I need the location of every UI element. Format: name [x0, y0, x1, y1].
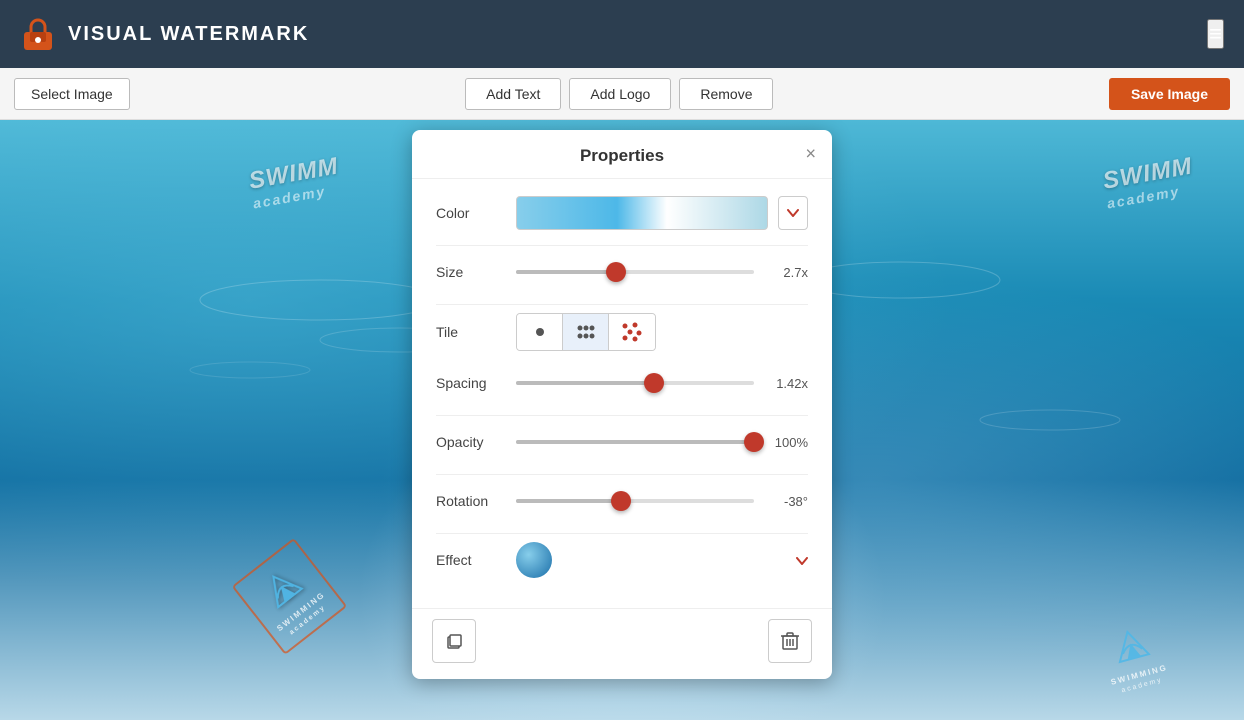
- tile-grid-button[interactable]: [563, 314, 609, 350]
- opacity-slider[interactable]: [516, 440, 754, 444]
- opacity-label: Opacity: [436, 434, 516, 450]
- spacing-row: Spacing 1.42x: [436, 365, 808, 401]
- size-content: 2.7x: [516, 265, 808, 280]
- effect-chevron-down-icon: [796, 557, 808, 565]
- opacity-row: Opacity 100%: [436, 424, 808, 460]
- tile-button-group: [516, 313, 656, 351]
- tile-content: [516, 313, 808, 351]
- delete-button[interactable]: [768, 619, 812, 663]
- color-picker-bar[interactable]: [516, 196, 768, 230]
- tile-label: Tile: [436, 324, 516, 340]
- panel-header: Properties ×: [412, 130, 832, 179]
- effect-preview: [516, 542, 552, 578]
- spacing-content: 1.42x: [516, 376, 808, 391]
- rotation-slider[interactable]: [516, 499, 754, 503]
- panel-title: Properties: [580, 146, 664, 166]
- size-row: Size 2.7x: [436, 254, 808, 290]
- spacing-value: 1.42x: [764, 376, 808, 391]
- lock-icon: [20, 16, 56, 52]
- spacing-label: Spacing: [436, 375, 516, 391]
- size-slider[interactable]: [516, 270, 754, 274]
- logo-watermark-right: SWIMMING academy: [1105, 623, 1164, 690]
- app-title: VISUAL WATERMARK: [68, 23, 309, 46]
- save-image-button[interactable]: Save Image: [1109, 78, 1230, 110]
- effect-dropdown-button[interactable]: [796, 553, 808, 568]
- tile-single-button[interactable]: [517, 314, 563, 350]
- divider-5: [436, 533, 808, 534]
- panel-footer: [412, 608, 832, 679]
- rotation-row: Rotation -38°: [436, 483, 808, 519]
- size-value: 2.7x: [764, 265, 808, 280]
- add-text-button[interactable]: Add Text: [465, 78, 561, 110]
- logo-area: VISUAL WATERMARK: [20, 16, 309, 52]
- effect-content: [516, 542, 808, 578]
- effect-label: Effect: [436, 552, 516, 568]
- divider-1: [436, 245, 808, 246]
- toolbar-center: Add Text Add Logo Remove: [138, 78, 1101, 110]
- color-row: Color: [436, 195, 808, 231]
- toolbar: Select Image Add Text Add Logo Remove Sa…: [0, 68, 1244, 120]
- select-image-button[interactable]: Select Image: [14, 78, 130, 110]
- single-dot-icon: [535, 327, 545, 337]
- remove-button[interactable]: Remove: [679, 78, 773, 110]
- logo-watermark-left: SWIMMING academy: [250, 553, 329, 640]
- rotation-content: -38°: [516, 494, 808, 509]
- divider-2: [436, 304, 808, 305]
- scattered-dots-icon: [621, 322, 643, 342]
- rotation-value: -38°: [764, 494, 808, 509]
- panel-body: Color Size: [412, 179, 832, 608]
- properties-panel: Properties × Color: [412, 130, 832, 679]
- add-logo-button[interactable]: Add Logo: [569, 78, 671, 110]
- duplicate-icon: [445, 632, 463, 650]
- rotation-label: Rotation: [436, 493, 516, 509]
- grid-dots-icon: [576, 324, 596, 340]
- size-label: Size: [436, 264, 516, 280]
- color-label: Color: [436, 205, 516, 221]
- tile-scattered-button[interactable]: [609, 314, 655, 350]
- divider-4: [436, 474, 808, 475]
- tile-row: Tile: [436, 313, 808, 351]
- spacing-slider[interactable]: [516, 381, 754, 385]
- canvas-background: SWIMM academy SWIMM academy SWIMMING aca…: [0, 120, 1244, 720]
- header: VISUAL WATERMARK ≡: [0, 0, 1244, 68]
- chevron-down-icon: [787, 209, 799, 217]
- color-content: [516, 196, 808, 230]
- opacity-value: 100%: [764, 435, 808, 450]
- hamburger-menu-button[interactable]: ≡: [1207, 19, 1224, 49]
- trash-icon: [781, 631, 799, 651]
- effect-row: Effect: [436, 542, 808, 578]
- duplicate-button[interactable]: [432, 619, 476, 663]
- opacity-content: 100%: [516, 435, 808, 450]
- color-dropdown-button[interactable]: [778, 196, 808, 230]
- divider-3: [436, 415, 808, 416]
- panel-close-button[interactable]: ×: [805, 144, 816, 165]
- main-canvas: SWIMM academy SWIMM academy SWIMMING aca…: [0, 120, 1244, 720]
